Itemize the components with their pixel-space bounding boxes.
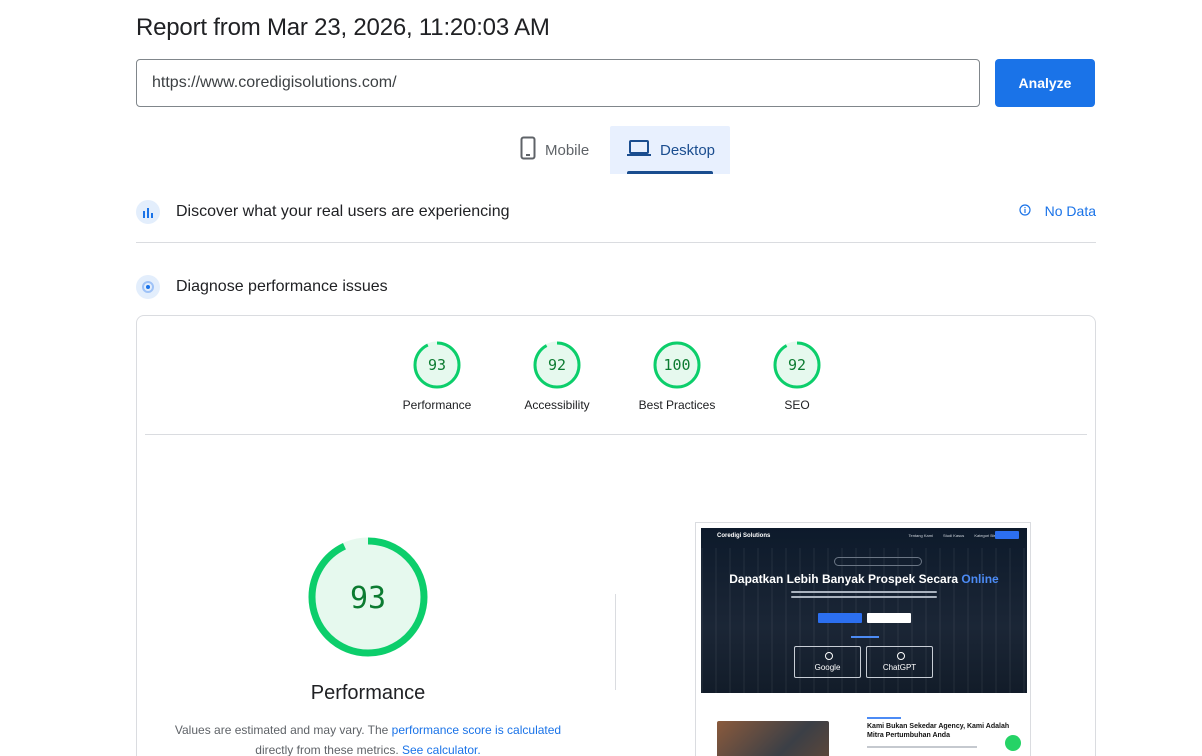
performance-label: Performance	[310, 682, 426, 704]
screenshot-pill	[834, 557, 922, 566]
smartphone-icon	[520, 136, 536, 164]
card-divider	[145, 434, 1087, 435]
tab-desktop[interactable]: Desktop	[610, 126, 730, 174]
screenshot-paragraph	[867, 746, 977, 748]
laptop-icon	[627, 139, 651, 161]
screenshot-section-heading: Kami Bukan Sekedar Agency, Kami Adalah M…	[867, 723, 1010, 739]
screenshot-button-secondary	[867, 613, 911, 623]
headline-text: Dapatkan Lebih Banyak Prospek Secara	[729, 572, 959, 586]
screenshot-below-fold: Kami Bukan Sekedar Agency, Kami Adalah M…	[701, 693, 1027, 756]
section-divider	[136, 242, 1096, 243]
screenshot-tagline	[851, 636, 879, 638]
performance-score-gauge: 93	[307, 536, 429, 663]
screenshot-headline: Dapatkan Lebih Banyak Prospek Secara Onl…	[701, 572, 1027, 586]
field-data-header: Discover what your real users are experi…	[136, 197, 1096, 227]
whatsapp-icon	[1005, 735, 1021, 751]
screenshot-card-chatgpt: ChatGPT	[866, 646, 933, 678]
performance-note: Values are estimated and may vary. The p…	[167, 720, 569, 756]
screenshot-cta	[995, 531, 1019, 539]
gauge-best-practices[interactable]: 100 Best Practices	[617, 340, 737, 412]
vertical-divider	[615, 594, 616, 690]
gauge-label: Accessibility	[524, 398, 590, 412]
screenshot-nav-item: Tentang Kami	[908, 533, 933, 538]
lab-data-title: Diagnose performance issues	[176, 278, 388, 295]
screenshot-hero: Coredigi Solutions Tentang Kami Studi Ka…	[701, 528, 1027, 693]
device-tabs: Mobile Desktop	[0, 126, 1202, 174]
gauge-label: SEO	[784, 398, 810, 412]
screenshot-brand: Coredigi Solutions	[717, 533, 771, 539]
info-icon	[1019, 203, 1031, 219]
screenshot-card-google: Google	[794, 646, 861, 678]
performance-score: 93	[350, 581, 386, 616]
field-data-title: Discover what your real users are experi…	[176, 203, 510, 220]
tab-desktop-label: Desktop	[660, 141, 716, 159]
screenshot-button-primary	[818, 613, 862, 623]
note-text-2: directly from these metrics.	[255, 743, 402, 756]
note-text: Values are estimated and may vary. The	[174, 723, 392, 737]
page-screenshot: Coredigi Solutions Tentang Kami Studi Ka…	[695, 522, 1031, 756]
screenshot-nav-item: Studi Kasus	[942, 533, 965, 538]
lab-data-header: Diagnose performance issues	[136, 272, 1096, 302]
no-data-label: No Data	[1044, 203, 1096, 219]
gauge-performance[interactable]: 93 Performance	[377, 340, 497, 412]
tab-mobile-label: Mobile	[545, 141, 590, 159]
screenshot-nav: Tentang Kami Studi Kasus Kategori Bisnis	[908, 533, 1001, 538]
gauge-accessibility[interactable]: 92 Accessibility	[497, 340, 617, 412]
see-calculator-link[interactable]: See calculator.	[402, 743, 481, 756]
score-gauges: 93 Performance 92 Accessibility 100 Best…	[137, 340, 1095, 420]
screenshot-tag	[867, 717, 901, 719]
gauge-score: 93	[428, 356, 446, 374]
headline-accent: Online	[961, 572, 999, 586]
gauge-score: 92	[788, 356, 806, 374]
gauge-seo[interactable]: 92 SEO	[737, 340, 857, 412]
field-data-status[interactable]: No Data	[1019, 203, 1096, 219]
gauge-label: Performance	[402, 398, 472, 412]
field-data-icon	[136, 200, 160, 224]
diagnose-icon	[136, 275, 160, 299]
lab-report-card: 93 Performance 92 Accessibility 100 Best…	[136, 315, 1096, 756]
gauge-label: Best Practices	[638, 398, 716, 412]
screenshot-photo	[717, 721, 829, 756]
gauge-score: 92	[548, 356, 566, 374]
report-title: Report from Mar 23, 2026, 11:20:03 AM	[136, 14, 550, 41]
tab-mobile[interactable]: Mobile	[503, 126, 610, 174]
analyze-button[interactable]: Analyze	[995, 59, 1095, 107]
screenshot-subtext	[791, 591, 937, 593]
gauge-score: 100	[663, 356, 690, 374]
url-input[interactable]	[136, 59, 980, 107]
score-calculated-link[interactable]: performance score is calculated	[392, 723, 561, 737]
